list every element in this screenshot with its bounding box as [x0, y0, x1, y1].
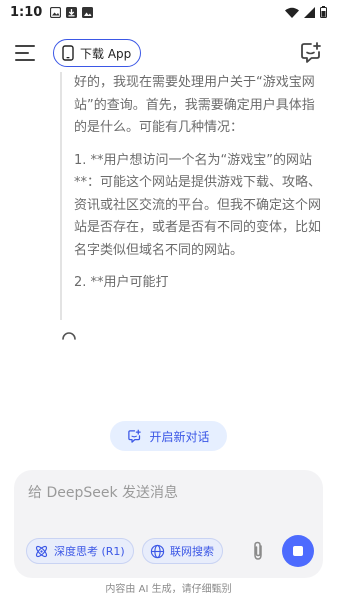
thinking-block: 好的，我现在需要处理用户关于“游戏宝网站”的查询。首先，我需要确定用户具体指的是… — [60, 72, 325, 320]
image-icon — [50, 6, 62, 18]
atom-icon — [35, 545, 48, 557]
web-search-toggle[interactable]: 联网搜索 — [142, 538, 223, 564]
menu-icon — [15, 45, 35, 47]
ai-disclaimer: 内容由 AI 生成，请仔细甄别 — [105, 584, 232, 595]
menu-icon-line — [15, 52, 29, 54]
gallery-icon — [82, 6, 94, 18]
deep-think-label: 深度思考 (R1) — [54, 545, 125, 558]
new-conversation-label: 开启新对话 — [149, 429, 210, 444]
thinking-paragraph: 好的，我现在需要处理用户关于“游戏宝网站”的查询。首先，我需要确定用户具体指的是… — [74, 75, 315, 135]
menu-icon-line — [15, 59, 35, 61]
paperclip-icon[interactable] — [248, 540, 268, 562]
thinking-paragraph: 1. **用户想访问一个名为“游戏宝”的网站**：可能这个网站是提供游戏下载、攻… — [74, 152, 322, 258]
stop-generation-button[interactable] — [282, 535, 314, 567]
download-app-label: 下载 App — [80, 46, 132, 61]
new-chat-icon — [128, 429, 142, 443]
top-bar: 下载 App — [0, 36, 337, 72]
new-chat-icon[interactable] — [299, 41, 323, 65]
deep-think-toggle[interactable]: 深度思考 (R1) — [26, 538, 134, 564]
message-input[interactable] — [28, 482, 308, 504]
download-icon — [66, 6, 78, 18]
phone-icon — [62, 45, 74, 61]
new-conversation-button[interactable]: 开启新对话 — [110, 421, 227, 451]
menu-button[interactable] — [15, 44, 37, 62]
download-app-button[interactable]: 下载 App — [53, 39, 142, 67]
web-search-label: 联网搜索 — [170, 545, 214, 558]
status-bar: 1:10 — [0, 0, 337, 24]
globe-icon — [150, 544, 165, 558]
stop-icon — [293, 546, 303, 556]
loading-spinner-icon — [62, 332, 76, 340]
battery-icon — [320, 6, 327, 18]
message-composer: 深度思考 (R1) 联网搜索 — [14, 470, 323, 578]
signal-icon — [304, 6, 315, 18]
thinking-paragraph: 2. **用户可能打 — [74, 275, 169, 290]
status-time: 1:10 — [10, 4, 43, 20]
wifi-icon — [285, 7, 299, 18]
